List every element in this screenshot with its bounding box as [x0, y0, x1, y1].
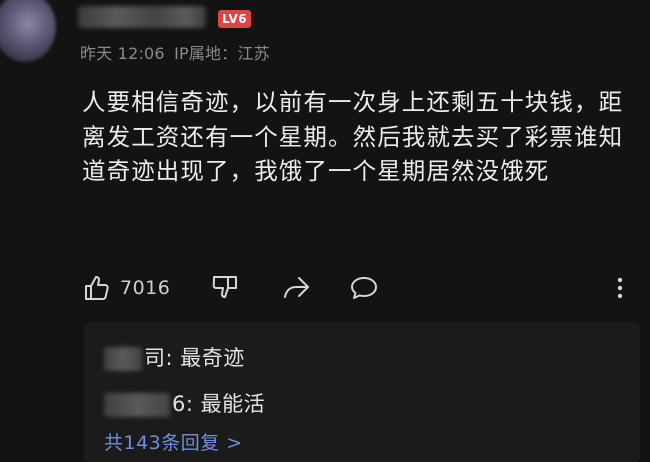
avatar[interactable] — [0, 0, 56, 62]
reply-username-redacted — [104, 393, 170, 417]
username-redacted[interactable] — [78, 6, 206, 28]
comment-meta: 昨天 12:06 IP属地：江苏 — [80, 40, 274, 64]
comment-text: 人要相信奇迹，以前有一次身上还剩五十块钱，距离发工资还有一个星期。然后我就去买了… — [82, 88, 624, 185]
like-count: 7016 — [120, 277, 171, 299]
comment-time: 昨天 12:06 — [80, 44, 165, 63]
view-all-replies-link[interactable]: 共143条回复 > — [104, 428, 243, 455]
thumbs-up-icon — [82, 273, 112, 303]
comment-bubble-icon — [348, 273, 380, 303]
thumbs-down-icon — [210, 273, 240, 303]
more-vertical-icon — [612, 273, 628, 303]
reply-item[interactable]: 司: 最奇迹 — [104, 342, 245, 372]
reply-username-suffix: 6: — [172, 392, 194, 416]
reply-text: 最奇迹 — [180, 346, 245, 370]
reply-username-redacted — [104, 347, 142, 371]
reply-item[interactable]: 6: 最能活 — [104, 388, 265, 418]
share-icon — [280, 273, 312, 303]
level-badge: LV6 — [218, 10, 252, 28]
reply-button[interactable] — [348, 270, 380, 306]
replies-preview[interactable]: 司: 最奇迹 6: 最能活 共143条回复 > — [84, 322, 640, 462]
reply-text: 最能活 — [200, 392, 266, 416]
ip-location: IP属地：江苏 — [174, 44, 270, 63]
more-button[interactable] — [612, 270, 628, 306]
dislike-button[interactable] — [210, 270, 240, 306]
like-button[interactable]: 7016 — [82, 270, 170, 306]
reply-username-suffix: 司 — [144, 346, 166, 370]
share-button[interactable] — [280, 270, 312, 306]
comment-actions: 7016 — [82, 270, 642, 306]
